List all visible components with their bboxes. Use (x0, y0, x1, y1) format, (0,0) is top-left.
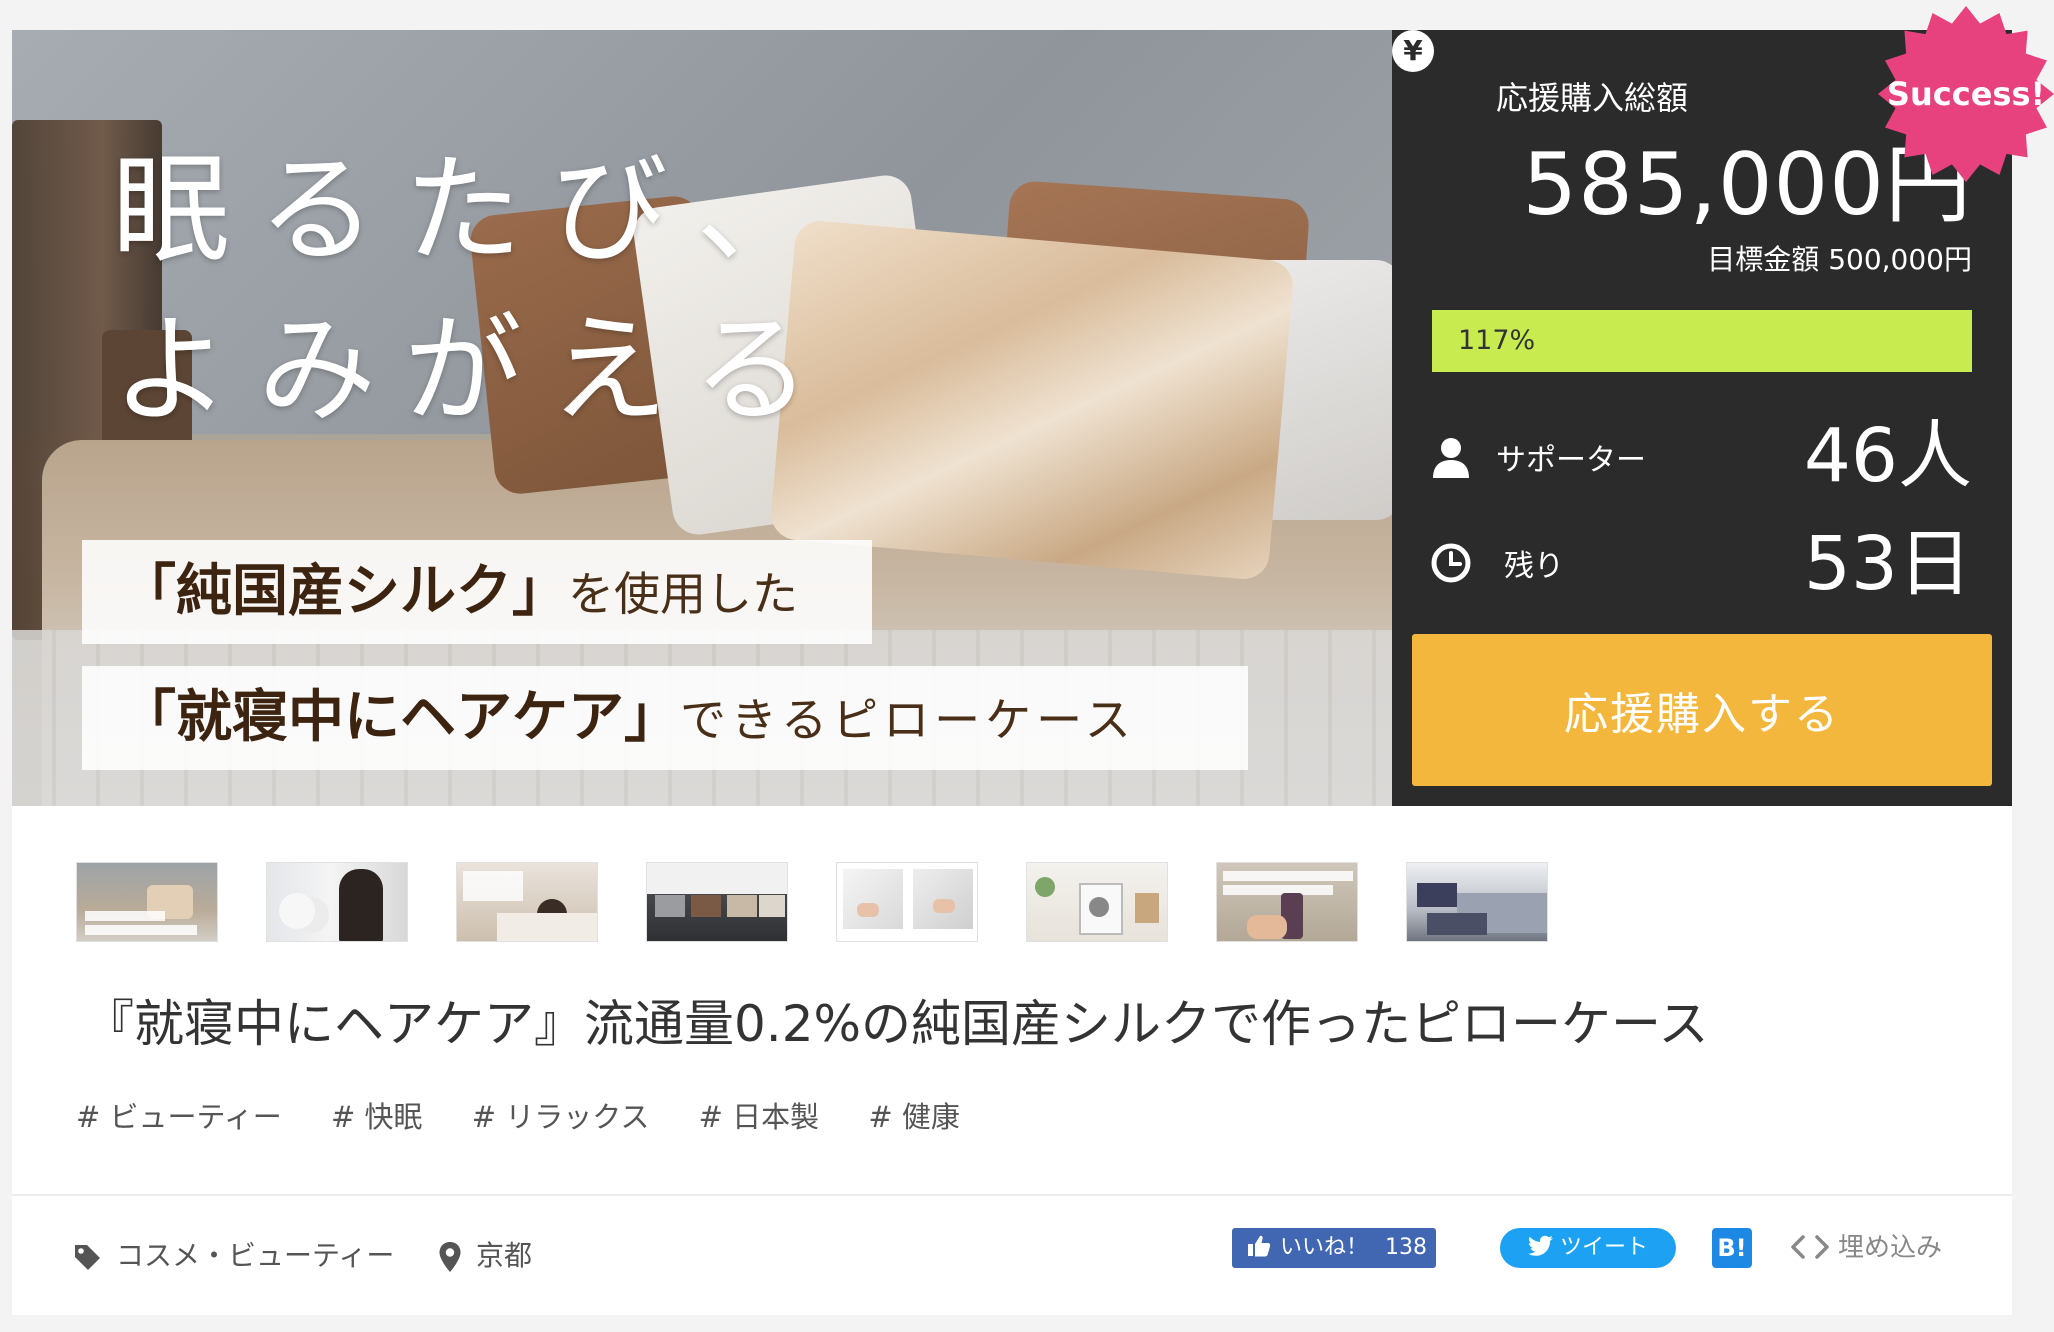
tag-sleep[interactable]: # 快眠 (331, 1097, 423, 1137)
thumbnail-7[interactable] (1216, 862, 1358, 942)
tweet-label: ツイート (1559, 1235, 1648, 1260)
facebook-like-button[interactable]: いいね！ 138 (1232, 1228, 1436, 1268)
location-label: 京都 (476, 1239, 533, 1272)
tag-list: # ビューティー # 快眠 # リラックス # 日本製 # 健康 (76, 1097, 1000, 1137)
category-link[interactable]: コスメ・ビューティー (72, 1234, 394, 1278)
tweet-button[interactable]: ツイート (1500, 1228, 1676, 1268)
hero-caption-1-rest: を使用した (568, 567, 798, 621)
hero-caption-2-strong: 「就寝中にヘアケア」 (120, 685, 680, 750)
total-amount-label: 応援購入総額 (1496, 79, 1689, 117)
category-label: コスメ・ビューティー (116, 1239, 395, 1272)
hero-silk-pillow (769, 218, 1295, 582)
twitter-bird-icon (1527, 1235, 1553, 1256)
hero-caption-2: 「就寝中にヘアケア」できるピローケース (82, 666, 1248, 770)
progress-percent: 117% (1458, 325, 1536, 356)
embed-label: 埋め込み (1838, 1233, 1943, 1263)
hero-title: 眠るたび、 よみがえる (112, 130, 842, 450)
hero-caption-2-rest: できるピローケース (680, 693, 1136, 747)
code-brackets-icon (1791, 1234, 1829, 1259)
tag-relax[interactable]: # リラックス (472, 1097, 650, 1137)
tag-beauty[interactable]: # ビューティー (76, 1097, 282, 1137)
hero-caption-1-strong: 「純国産シルク」 (120, 559, 568, 624)
hero-image: 眠るたび、 よみがえる 「純国産シルク」を使用した 「就寝中にヘアケア」できるピ… (12, 30, 1392, 806)
thumbnail-4[interactable] (646, 862, 788, 942)
project-title: 『就寝中にヘアケア』流通量0.2%の純国産シルクで作ったピローケース (84, 995, 1709, 1053)
thumbs-up-icon (1248, 1235, 1271, 1257)
yen-icon: ¥ (1392, 30, 1434, 72)
divider (12, 1194, 2012, 1196)
hero-title-line1: 眠るたび、 (112, 141, 843, 279)
thumbnail-8[interactable] (1406, 862, 1548, 942)
location-pin-icon (439, 1242, 461, 1272)
remaining-days-label: 残り (1504, 549, 1564, 584)
embed-button[interactable]: 埋め込み (1790, 1228, 1942, 1268)
thumbnail-1[interactable] (76, 862, 218, 942)
remaining-days-value: 53日 (1803, 521, 1972, 607)
hatena-bookmark-button[interactable]: B! (1712, 1228, 1752, 1268)
thumbnail-strip (76, 862, 1576, 942)
goal-amount: 目標金額 500,000円 (1707, 243, 1972, 276)
supporter-label: サポーター (1496, 443, 1646, 478)
progress-bar: 117% (1432, 310, 1972, 372)
thumbnail-6[interactable] (1026, 862, 1168, 942)
tag-made-in-japan[interactable]: # 日本製 (699, 1097, 820, 1137)
tag-icon (75, 1245, 100, 1270)
like-count: 138 (1385, 1235, 1428, 1260)
thumbnail-5[interactable] (836, 862, 978, 942)
hero-title-line2: よみがえる (112, 301, 839, 439)
clock-icon (1431, 543, 1471, 583)
thumbnail-2[interactable] (266, 862, 408, 942)
thumbnail-3[interactable] (456, 862, 598, 942)
total-amount-value: 585,000円 (1522, 135, 1972, 235)
location-link[interactable]: 京都 (438, 1234, 532, 1278)
supporter-count: 46人 (1803, 413, 1972, 499)
hero-caption-1: 「純国産シルク」を使用した (82, 540, 872, 644)
user-icon (1433, 438, 1469, 478)
tag-health[interactable]: # 健康 (868, 1097, 960, 1137)
like-label: いいね！ (1280, 1235, 1369, 1260)
support-purchase-button[interactable]: 応援購入する (1412, 634, 1992, 786)
